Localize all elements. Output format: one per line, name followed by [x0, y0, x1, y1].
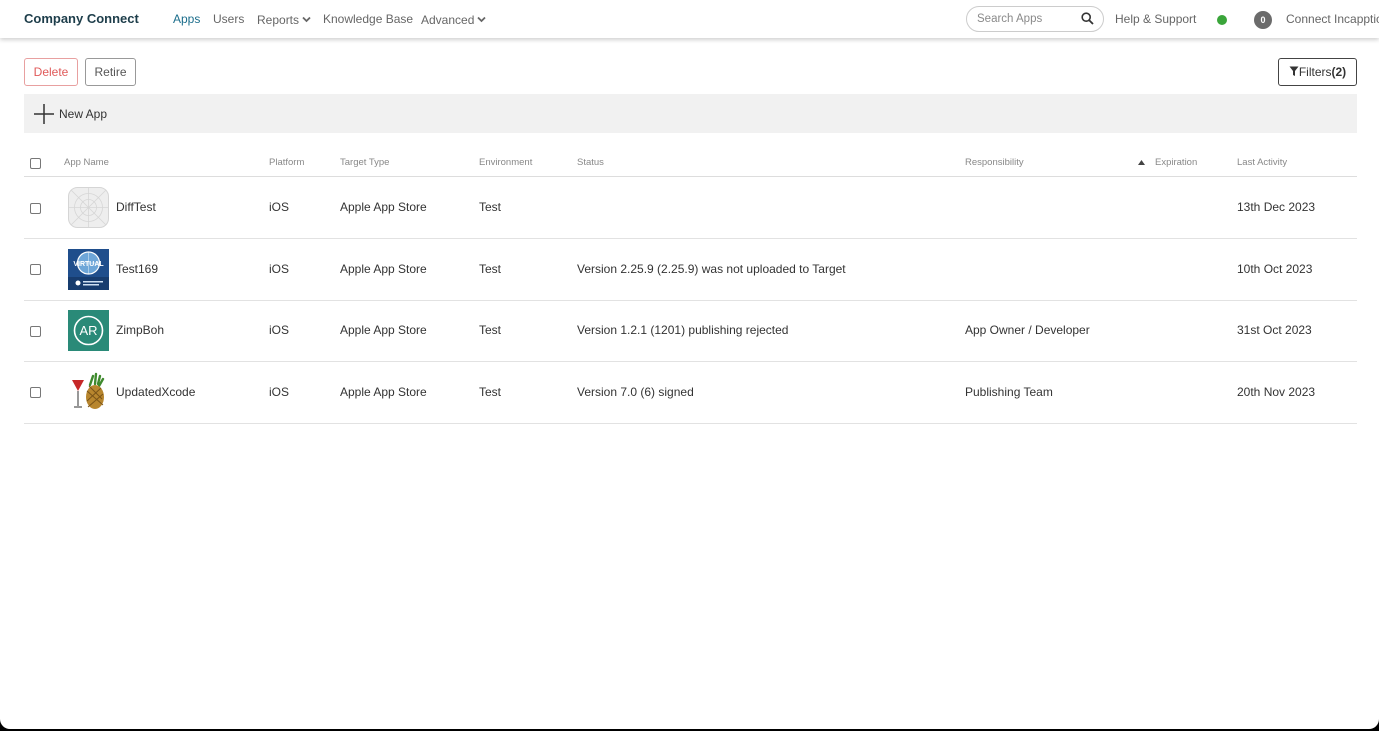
platform: iOS [269, 262, 290, 276]
header-last-activity[interactable]: Last Activity [1237, 157, 1287, 168]
target-type: Apple App Store [340, 262, 427, 276]
app-name[interactable]: DiffTest [116, 200, 156, 214]
table-row[interactable]: UpdatedXcode iOS Apple App Store Test Ve… [24, 362, 1357, 424]
last-activity: 13th Dec 2023 [1237, 200, 1316, 214]
app-icon-ar: AR [68, 310, 109, 351]
header-responsibility[interactable]: Responsibility [965, 157, 1024, 168]
environment: Test [479, 323, 502, 337]
search-box [966, 6, 1104, 32]
filters-label: Filters [1298, 65, 1332, 79]
responsibility: Publishing Team [965, 385, 1053, 399]
retire-button[interactable]: Retire [85, 58, 136, 86]
environment: Test [479, 200, 502, 214]
platform: iOS [269, 200, 290, 214]
header-target-type[interactable]: Target Type [340, 157, 389, 168]
plus-icon [34, 104, 54, 124]
app-name[interactable]: Test169 [116, 262, 158, 276]
environment: Test [479, 385, 502, 399]
account-menu[interactable]: Connect Incapptic [1286, 12, 1379, 26]
nav-users[interactable]: Users [213, 12, 244, 26]
table-row[interactable]: VIRTUAL Test169 iOS Apple App Store Test… [24, 239, 1357, 301]
responsibility: App Owner / Developer [965, 323, 1090, 337]
table-row[interactable]: DiffTest iOS Apple App Store Test 13th D… [24, 177, 1357, 239]
nav-reports-label: Reports [257, 13, 300, 27]
header-status[interactable]: Status [577, 157, 604, 168]
sort-ascending-icon[interactable] [1138, 160, 1145, 165]
page: Company Connect Apps Users Reports Knowl… [0, 0, 1379, 729]
target-type: Apple App Store [340, 385, 427, 399]
delete-button[interactable]: Delete [24, 58, 78, 86]
table-header: App Name Platform Target Type Environmen… [24, 150, 1357, 177]
environment: Test [479, 262, 502, 276]
search-input[interactable] [977, 11, 1077, 27]
header-expiration[interactable]: Expiration [1155, 157, 1197, 168]
brand-logo[interactable]: Company Connect [24, 11, 139, 26]
top-nav: Company Connect Apps Users Reports Knowl… [0, 0, 1379, 38]
last-activity: 20th Nov 2023 [1237, 385, 1316, 399]
platform: iOS [269, 385, 290, 399]
new-app-bar: New App [24, 94, 1357, 133]
row-checkbox[interactable] [30, 264, 41, 275]
header-platform[interactable]: Platform [269, 157, 304, 168]
platform: iOS [269, 323, 290, 337]
row-checkbox[interactable] [30, 326, 41, 337]
status: Version 1.2.1 (1201) publishing rejected [577, 323, 789, 337]
nav-advanced-label: Advanced [421, 13, 475, 27]
nav-advanced[interactable]: Advanced [421, 12, 487, 27]
filters-count: (2) [1331, 65, 1347, 79]
app-icon-pineapple-cocktail [72, 372, 105, 409]
app-icon-placeholder [68, 187, 109, 228]
status: Version 2.25.9 (2.25.9) was not uploaded… [577, 262, 846, 276]
nav-knowledge-base[interactable]: Knowledge Base [323, 12, 413, 26]
help-support-link[interactable]: Help & Support [1115, 12, 1196, 26]
online-status-icon [1217, 15, 1227, 25]
last-activity: 10th Oct 2023 [1237, 262, 1313, 276]
table-row[interactable]: AR ZimpBoh iOS Apple App Store Test Vers… [24, 300, 1357, 362]
target-type: Apple App Store [340, 323, 427, 337]
app-icon-virtual-text: VIRTUAL [73, 261, 104, 268]
row-checkbox[interactable] [30, 203, 41, 214]
header-environment[interactable]: Environment [479, 157, 532, 168]
select-all-checkbox[interactable] [30, 158, 41, 169]
app-icon-ar-text: AR [79, 323, 97, 338]
app-name[interactable]: UpdatedXcode [116, 385, 195, 399]
filters-button[interactable]: Filters(2) [1278, 58, 1357, 86]
status: Version 7.0 (6) signed [577, 385, 694, 399]
chevron-down-icon [477, 12, 487, 26]
nav-apps[interactable]: Apps [173, 12, 200, 26]
nav-reports[interactable]: Reports [257, 12, 311, 27]
chevron-down-icon [302, 12, 311, 26]
row-checkbox[interactable] [30, 387, 41, 398]
filter-icon [1289, 66, 1299, 76]
app-name[interactable]: ZimpBoh [116, 323, 164, 337]
header-app-name[interactable]: App Name [64, 157, 109, 168]
search-icon[interactable] [1081, 12, 1094, 30]
app-icon-virtual: VIRTUAL [68, 249, 109, 290]
target-type: Apple App Store [340, 200, 427, 214]
last-activity: 31st Oct 2023 [1237, 323, 1312, 337]
notification-badge[interactable]: 0 [1254, 11, 1272, 29]
new-app-label: New App [59, 107, 108, 121]
